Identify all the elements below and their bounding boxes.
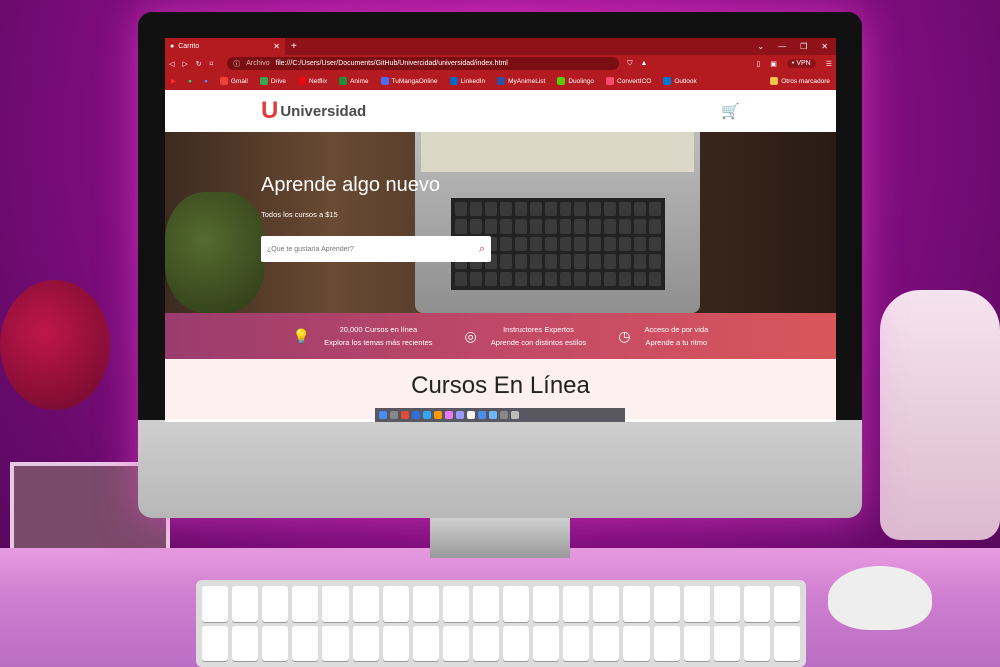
browser-window: ● Carrito ✕ + ⌄ — ❐ ✕ ◁ ▷ ↻ ⌑ ⓘ Archivo … <box>165 38 836 422</box>
tab-title: Carrito <box>178 43 200 50</box>
mouse <box>828 566 932 630</box>
feature-title: 20,000 Cursos en línea <box>339 325 418 334</box>
laptop-image <box>415 132 700 313</box>
feature-description: Aprende a tu ritmo <box>645 338 708 347</box>
feature-description: Explora los temas más recientes <box>324 338 433 347</box>
logo-name: Universidad <box>280 102 367 120</box>
hero-subtitle: Todos los cursos a $15 <box>261 210 338 219</box>
feature-description: Aprende con distintos estilos <box>490 338 587 347</box>
site-logo[interactable]: U Universidad <box>261 97 366 125</box>
other-bookmarks[interactable]: Otros marcadore <box>770 77 830 85</box>
dock-app-icon[interactable] <box>412 411 420 419</box>
search-box: ⌕ <box>261 236 491 262</box>
clock-icon: ◷ <box>618 327 631 344</box>
new-tab-button[interactable]: + <box>285 41 303 52</box>
dock-app-icon[interactable] <box>434 411 442 419</box>
browser-toolbar: ◁ ▷ ↻ ⌑ ⓘ Archivo file:///C:/Users/User/… <box>165 55 836 72</box>
monitor-stand <box>430 518 570 558</box>
close-window-button[interactable]: ✕ <box>821 42 828 51</box>
shield-icon[interactable]: ⛉ <box>627 60 632 68</box>
bookmark-item[interactable]: Drive <box>259 77 286 85</box>
dock-app-icon[interactable] <box>445 411 453 419</box>
thumbs-up-figurine <box>880 290 1000 540</box>
dock-app-icon[interactable] <box>489 411 497 419</box>
bookmark-icon[interactable]: ⌑ <box>210 60 214 68</box>
wallet-icon[interactable]: ▣ <box>770 60 777 68</box>
flowers-decoration <box>0 280 110 410</box>
feature-title: Instructores Expertos <box>503 325 574 334</box>
bookmark-item[interactable]: ConvertICO <box>606 77 651 85</box>
keyboard <box>196 580 806 667</box>
tab-bar: ● Carrito ✕ + ⌄ — ❐ ✕ <box>165 38 836 55</box>
tab-carrito[interactable]: ● Carrito ✕ <box>165 38 285 55</box>
feature-item: 💡 20,000 Cursos en línea Explora los tem… <box>293 323 433 349</box>
hero-title: Aprende algo nuevo <box>261 174 441 196</box>
facebook-icon[interactable]: ● <box>204 78 208 85</box>
feature-item: ◎ Instructores Expertos Aprende con dist… <box>465 323 587 349</box>
bookmark-item[interactable]: TuMangaOnline <box>380 77 438 85</box>
youtube-icon[interactable]: ▶ <box>171 77 176 85</box>
feature-item: ◷ Acceso de por vida Aprende a tu ritmo <box>618 323 708 349</box>
rewards-icon[interactable]: ▲ <box>641 60 648 67</box>
whatsapp-icon[interactable]: ● <box>188 78 192 85</box>
target-icon: ◎ <box>464 327 477 344</box>
feature-title: Acceso de por vida <box>644 325 709 334</box>
logo-letter: U <box>261 97 279 124</box>
url-text[interactable]: file:///C:/Users/User/Documents/GitHub/U… <box>276 60 508 67</box>
bookmark-item[interactable]: Duolingo <box>557 77 594 85</box>
dock-app-icon[interactable] <box>390 411 398 419</box>
search-input[interactable] <box>267 245 479 253</box>
close-tab-icon[interactable]: ✕ <box>273 42 280 51</box>
bookmark-item[interactable]: Outlook <box>663 77 697 85</box>
features-bar: 💡 20,000 Cursos en línea Explora los tem… <box>165 313 836 359</box>
forward-icon[interactable]: ▷ <box>182 60 187 68</box>
plant-image <box>165 192 265 313</box>
dock-app-icon[interactable] <box>478 411 486 419</box>
address-chip: Archivo <box>246 60 270 67</box>
bookmark-item[interactable]: MyAnimeList <box>497 77 545 85</box>
vpn-button[interactable]: • VPN <box>786 59 816 68</box>
dock-app-icon[interactable] <box>467 411 475 419</box>
sidebar-icon[interactable]: ▯ <box>756 60 760 68</box>
cart-icon[interactable]: 🛒 <box>721 102 740 120</box>
hero-banner: Aprende algo nuevo Todos los cursos a $1… <box>165 132 836 313</box>
dock-app-icon[interactable] <box>401 411 409 419</box>
site-header: U Universidad 🛒 <box>165 90 836 132</box>
bookmark-item[interactable]: Anime <box>339 77 369 85</box>
bookmarks-bar: ▶ ● ● Gmail Drive Netflix Anime TuMangaO… <box>165 72 836 90</box>
bookmark-item[interactable]: LinkedIn <box>449 77 485 85</box>
menu-icon[interactable]: ☰ <box>826 60 832 68</box>
bookmark-item[interactable]: Netflix <box>298 77 327 85</box>
reload-icon[interactable]: ↻ <box>196 60 202 68</box>
address-bar[interactable]: ⓘ Archivo file:///C:/Users/User/Document… <box>227 57 620 70</box>
search-icon[interactable]: ⌕ <box>479 243 485 256</box>
maximize-button[interactable]: ❐ <box>800 42 807 51</box>
monitor-chin <box>138 420 862 518</box>
tab-favicon-icon: ● <box>170 43 175 50</box>
dock-app-icon[interactable] <box>379 411 387 419</box>
minimize-button[interactable]: — <box>778 42 786 51</box>
tab-search-chevron-icon[interactable]: ⌄ <box>757 42 764 51</box>
dock-app-icon[interactable] <box>500 411 508 419</box>
dock-app-icon[interactable] <box>456 411 464 419</box>
section-title: Cursos En Línea <box>411 372 590 399</box>
bookmark-item[interactable]: Gmail <box>219 77 248 85</box>
dock-app-icon[interactable] <box>423 411 431 419</box>
trash-icon[interactable] <box>511 411 519 419</box>
lightbulb-icon: 💡 <box>292 327 311 344</box>
back-icon[interactable]: ◁ <box>169 60 174 68</box>
taskbar-dock <box>375 408 625 422</box>
info-icon[interactable]: ⓘ <box>233 59 240 69</box>
